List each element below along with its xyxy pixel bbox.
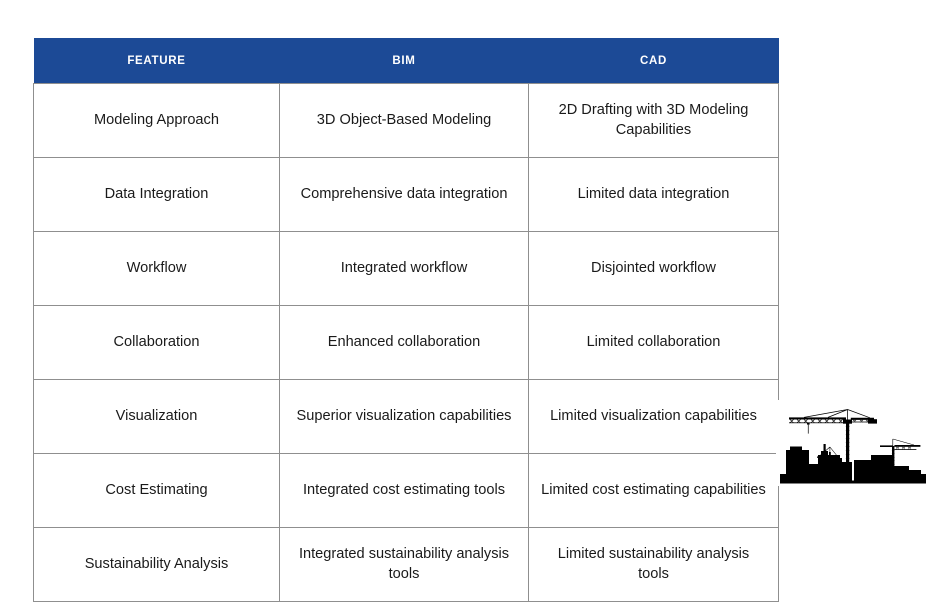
cell-bim: 3D Object-Based Modeling — [279, 83, 529, 158]
cell-bim: Superior visualization capabilities — [279, 379, 529, 454]
cell-cad: 2D Drafting with 3D Modeling Capabilitie… — [528, 83, 779, 158]
table-row: Sustainability Analysis Integrated susta… — [33, 527, 779, 602]
bim-cad-comparison-table: FEATURE BIM CAD Modeling Approach 3D Obj… — [33, 38, 779, 602]
table-row: Modeling Approach 3D Object-Based Modeli… — [33, 83, 779, 158]
cell-feature: Collaboration — [33, 305, 280, 380]
cell-feature: Cost Estimating — [33, 453, 280, 528]
column-header-cad: CAD — [639, 54, 667, 67]
cell-cad: Disjointed workflow — [528, 231, 779, 306]
table-header-row: FEATURE BIM CAD — [33, 38, 779, 84]
cell-bim: Integrated workflow — [279, 231, 529, 306]
cell-cad: Limited sustainability analysis tools — [528, 527, 779, 602]
cell-feature: Workflow — [33, 231, 280, 306]
table-row: Collaboration Enhanced collaboration Lim… — [33, 305, 779, 380]
cell-cad: Limited visualization capabilities — [528, 379, 779, 454]
cell-cad: Limited cost estimating capabilities — [528, 453, 779, 528]
table-row: Data Integration Comprehensive data inte… — [33, 157, 779, 232]
table-header: FEATURE BIM CAD — [33, 38, 779, 84]
cell-feature: Sustainability Analysis — [33, 527, 280, 602]
cell-feature: Visualization — [33, 379, 280, 454]
table-row: Cost Estimating Integrated cost estimati… — [33, 453, 779, 528]
cell-feature: Modeling Approach — [33, 83, 280, 158]
column-header-feature: FEATURE — [127, 54, 186, 67]
cell-bim: Integrated cost estimating tools — [279, 453, 529, 528]
table-row: Workflow Integrated workflow Disjointed … — [33, 231, 779, 306]
cell-bim: Enhanced collaboration — [279, 305, 529, 380]
construction-silhouette-icon — [780, 409, 926, 484]
construction-site-silhouette-image — [776, 400, 928, 486]
cell-bim: Integrated sustainability analysis tools — [279, 527, 529, 602]
table-body: Modeling Approach 3D Object-Based Modeli… — [33, 83, 779, 602]
cell-cad: Limited collaboration — [528, 305, 779, 380]
cell-bim: Comprehensive data integration — [279, 157, 529, 232]
table-row: Visualization Superior visualization cap… — [33, 379, 779, 454]
column-header-bim: BIM — [392, 54, 416, 67]
cell-cad: Limited data integration — [528, 157, 779, 232]
cell-feature: Data Integration — [33, 157, 280, 232]
